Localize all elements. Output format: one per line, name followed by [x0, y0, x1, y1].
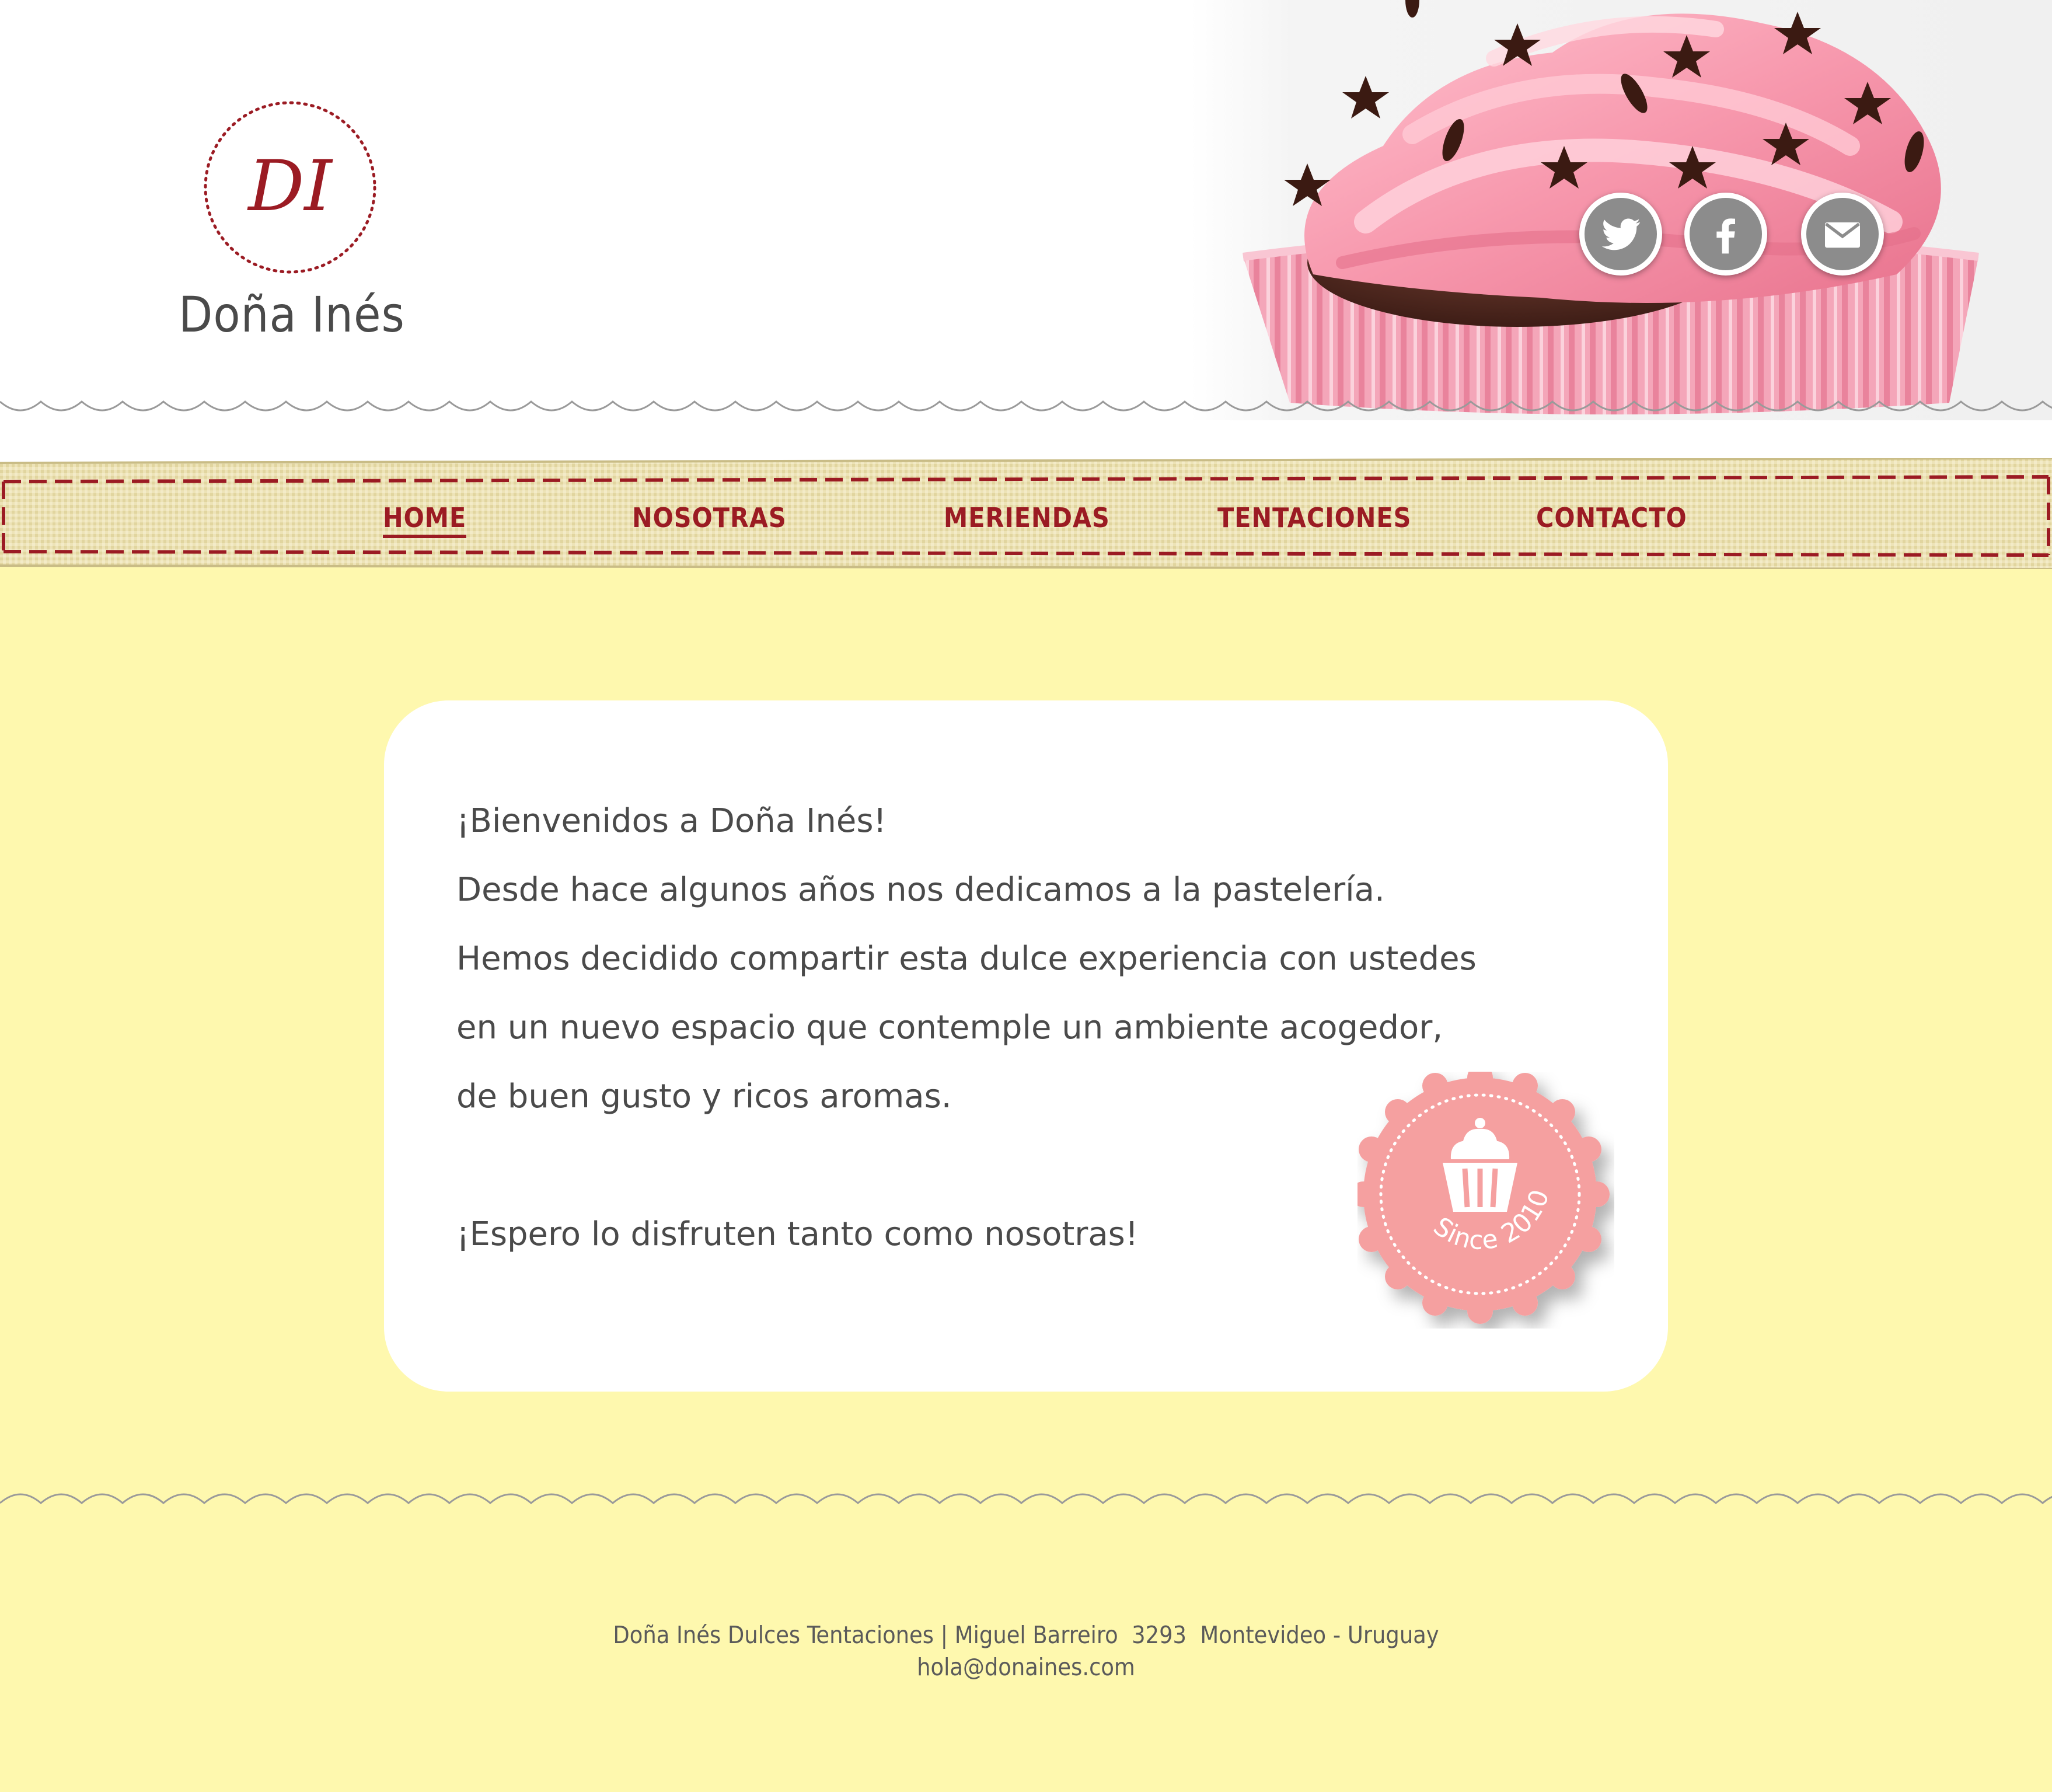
facebook-button[interactable] [1684, 193, 1767, 276]
welcome-text: ¡Bienvenidos a Doña Inés! Desde hace alg… [456, 787, 1477, 1269]
logo-monogram: DI [247, 146, 333, 227]
main-nav: HOME NOSOTRAS MERIENDAS TENTACIONES CONT… [0, 502, 2052, 543]
header: DI Doña Inés [0, 0, 2052, 467]
footer: Doña Inés Dulces Tentaciones | Miguel Ba… [0, 1500, 2052, 1792]
logo-seal[interactable]: DI [202, 99, 378, 276]
welcome-line: Desde hace algunos años nos dedicamos a … [456, 871, 1385, 909]
mail-button[interactable] [1801, 193, 1884, 276]
facebook-icon [1716, 218, 1735, 254]
twitter-icon [1601, 218, 1641, 250]
footer-address: Doña Inés Dulces Tentaciones | Miguel Ba… [613, 1621, 1439, 1649]
twitter-button[interactable] [1579, 193, 1662, 276]
nav-meriendas[interactable]: MERIENDAS [944, 502, 1110, 534]
welcome-line: de buen gusto y ricos aromas. [456, 1078, 952, 1115]
scallop-divider-bottom [0, 1493, 2052, 1504]
welcome-line: Hemos decidido compartir esta dulce expe… [456, 940, 1477, 978]
brand-name: Doña Inés [179, 286, 405, 343]
nav-nosotras[interactable]: NOSOTRAS [632, 502, 787, 534]
welcome-card: ¡Bienvenidos a Doña Inés! Desde hace alg… [384, 700, 1668, 1392]
since-badge: Since 2010 [1357, 1072, 1610, 1324]
footer-email-link[interactable]: hola@donaines.com [0, 1653, 2052, 1681]
welcome-closing: ¡Espero lo disfruten tanto como nosotras… [456, 1215, 1139, 1253]
scallop-divider-top [0, 400, 2052, 412]
welcome-line: en un nuevo espacio que contemple un amb… [456, 1009, 1443, 1047]
mail-icon [1825, 222, 1860, 248]
nav-tentaciones[interactable]: TENTACIONES [1217, 502, 1411, 534]
nav-home[interactable]: HOME [383, 502, 467, 538]
nav-contacto[interactable]: CONTACTO [1536, 502, 1687, 534]
welcome-line: ¡Bienvenidos a Doña Inés! [456, 802, 887, 840]
